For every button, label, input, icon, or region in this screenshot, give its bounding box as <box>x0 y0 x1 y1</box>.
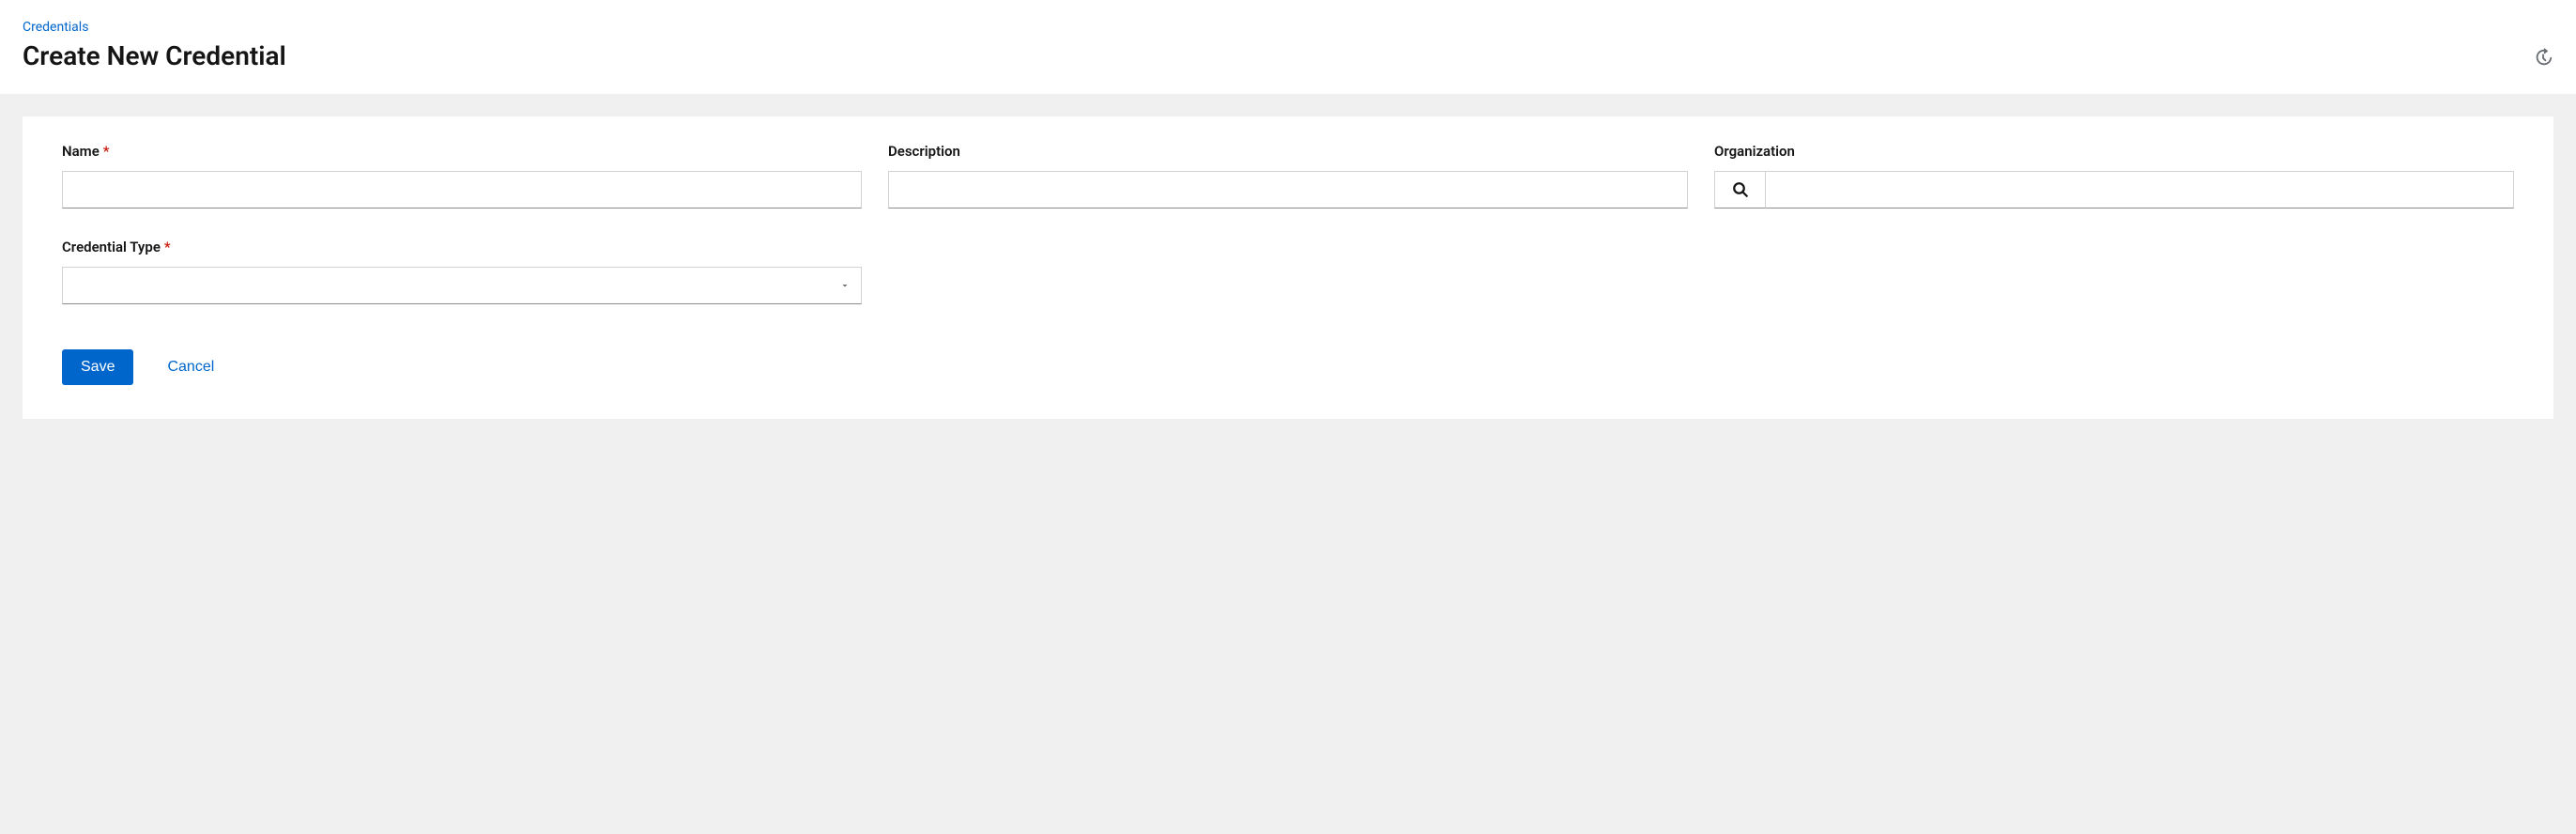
name-label: Name* <box>62 143 862 160</box>
form-group-name: Name* <box>62 143 862 208</box>
organization-input-wrap <box>1714 171 2514 208</box>
description-label: Description <box>888 143 1688 160</box>
content-area: Name* Description Organization <box>0 94 2576 441</box>
organization-input[interactable] <box>1765 171 2514 208</box>
form-row-1: Name* Description Organization <box>62 143 2514 208</box>
organization-search-button[interactable] <box>1714 171 1765 208</box>
organization-label: Organization <box>1714 143 2514 160</box>
form-row-2: Credential Type* <box>62 239 2514 304</box>
required-star-icon: * <box>164 239 171 255</box>
form-actions: Save Cancel <box>62 349 2514 385</box>
cancel-button[interactable]: Cancel <box>167 359 214 376</box>
form-group-organization: Organization <box>1714 143 2514 208</box>
search-icon <box>1732 181 1749 198</box>
history-icon[interactable] <box>2533 47 2553 68</box>
required-star-icon: * <box>103 143 110 160</box>
page-title: Create New Credential <box>23 40 2553 71</box>
breadcrumb-credentials[interactable]: Credentials <box>23 20 88 35</box>
description-input[interactable] <box>888 171 1688 208</box>
form-card: Name* Description Organization <box>23 116 2553 419</box>
form-group-credential-type: Credential Type* <box>62 239 862 304</box>
name-label-text: Name <box>62 143 100 160</box>
credential-type-label: Credential Type* <box>62 239 862 255</box>
form-group-description: Description <box>888 143 1688 208</box>
name-input[interactable] <box>62 171 862 208</box>
credential-type-label-text: Credential Type <box>62 239 161 255</box>
page-header: Credentials Create New Credential <box>0 0 2576 94</box>
save-button[interactable]: Save <box>62 349 133 385</box>
credential-type-select[interactable] <box>62 267 862 304</box>
credential-type-select-wrap <box>62 267 862 304</box>
